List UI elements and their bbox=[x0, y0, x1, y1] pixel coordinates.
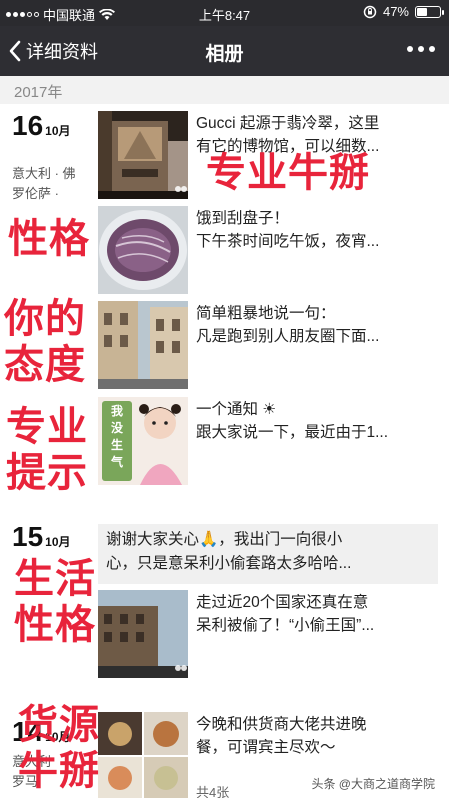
sign-char: 生 bbox=[110, 438, 123, 452]
album-post[interactable]: 我 没 生 气 一个通知 ☀ 跟大家说一下，最近由于1... bbox=[98, 397, 438, 485]
post-thumbnail[interactable]: 我 没 生 气 bbox=[98, 397, 188, 485]
post-line: 餐，可谓宾主尽欢～ bbox=[196, 739, 336, 756]
post-thumbnail[interactable] bbox=[98, 111, 188, 199]
post-text: 饿到刮盘子！ 下午茶时间吃午饭，夜宵... bbox=[196, 207, 434, 253]
post-thumbnail[interactable] bbox=[98, 206, 188, 294]
overlay-line: 性格 bbox=[14, 602, 96, 648]
overlay-line: 牛掰 bbox=[18, 748, 100, 794]
album-post[interactable]: 饿到刮盘子！ 下午茶时间吃午饭，夜宵... bbox=[98, 206, 438, 294]
post-line: 跟大家说一下，最近由于1... bbox=[196, 424, 389, 441]
overlay-label: 货源 牛掰 bbox=[18, 702, 100, 794]
location-line: 罗伦萨 · bbox=[12, 186, 59, 201]
post-thumbnail[interactable] bbox=[98, 712, 188, 798]
post-text: 走过近20个国家还真在意 呆利被偷了！“小偷王国”... bbox=[196, 591, 434, 637]
post-line: 呆利被偷了！“小偷王国”... bbox=[196, 617, 375, 634]
date-label: 16 10月 bbox=[12, 110, 71, 142]
location-line: 意大利 · 佛 bbox=[12, 166, 76, 181]
location-label: 意大利 · 佛 罗伦萨 · bbox=[12, 164, 94, 204]
overlay-line: 货源 bbox=[18, 702, 100, 748]
date-day: 16 bbox=[12, 110, 44, 141]
watermark: 头条 @大商之道商学院 bbox=[307, 773, 439, 794]
sign-char: 气 bbox=[110, 455, 123, 469]
post-line: 一个通知 ☀ bbox=[196, 401, 277, 418]
post-thumbnail[interactable] bbox=[98, 590, 188, 678]
post-line: 下午茶时间吃午饭，夜宵... bbox=[196, 233, 380, 250]
text-post[interactable]: 谢谢大家关心🙏，我出门一向很小 心，只是意呆利小偷套路太多哈哈... bbox=[98, 524, 438, 584]
date-month: 10月 bbox=[45, 535, 71, 549]
battery-fill bbox=[417, 7, 427, 16]
post-thumbnail[interactable] bbox=[98, 301, 188, 389]
post-line: 饿到刮盘子！ bbox=[196, 210, 290, 227]
post-line: 简单粗暴地说一句： bbox=[196, 305, 336, 322]
post-line: Gucci 起源于翡冷翠，这里 bbox=[196, 115, 380, 132]
post-text: 今晚和供货商大佬共进晚 餐，可谓宾主尽欢～ bbox=[196, 713, 434, 759]
battery-percent: 47% bbox=[382, 4, 409, 19]
post-line: 心，只是意呆利小偷套路太多哈哈... bbox=[106, 555, 352, 572]
status-bar: 中国联通 上午8:47 47% bbox=[0, 0, 449, 26]
date-month: 10月 bbox=[45, 124, 71, 138]
overlay-line: 专业 bbox=[6, 404, 88, 450]
overlay-line: 态度 bbox=[4, 342, 86, 388]
post-line: 今晚和供货商大佬共进晚 bbox=[196, 716, 367, 733]
post-line: 凡是跑到别人朋友圈下面... bbox=[196, 328, 380, 345]
more-button[interactable] bbox=[407, 46, 435, 52]
year-divider: 2017年 bbox=[0, 76, 449, 104]
nav-bar: 详细资料 相册 bbox=[0, 26, 449, 76]
overlay-line: 提示 bbox=[6, 450, 88, 496]
album-post[interactable]: 简单粗暴地说一句： 凡是跑到别人朋友圈下面... bbox=[98, 301, 438, 389]
battery-icon bbox=[415, 5, 444, 18]
sign-char: 我 bbox=[110, 404, 123, 418]
post-text: 一个通知 ☀ 跟大家说一下，最近由于1... bbox=[196, 398, 434, 444]
post-line: 走过近20个国家还真在意 bbox=[196, 594, 369, 611]
rotation-lock-icon bbox=[363, 5, 377, 18]
post-line: 谢谢大家关心🙏，我出门一向很小 bbox=[106, 531, 343, 548]
page-title: 相册 bbox=[205, 44, 244, 65]
overlay-label: 你的 态度 bbox=[4, 296, 86, 388]
photo-count: 共4张 bbox=[196, 785, 230, 798]
overlay-label: 专业 提示 bbox=[6, 404, 88, 496]
album-post[interactable]: 走过近20个国家还真在意 呆利被偷了！“小偷王国”... bbox=[98, 590, 438, 678]
status-right: 47% bbox=[363, 4, 444, 19]
sign-char: 没 bbox=[110, 421, 123, 435]
sign-text: 我 没 生 气 bbox=[102, 403, 132, 471]
date-day: 15 bbox=[12, 521, 44, 552]
overlay-line: 你的 bbox=[4, 296, 86, 342]
overlay-label: 专业牛掰 bbox=[206, 150, 370, 196]
overlay-label: 性格 bbox=[8, 216, 90, 262]
overlay-line: 生活 bbox=[14, 556, 96, 602]
overlay-label: 生活 性格 bbox=[14, 556, 96, 648]
date-label: 15 10月 bbox=[12, 521, 71, 553]
post-text: 简单粗暴地说一句： 凡是跑到别人朋友圈下面... bbox=[196, 302, 434, 348]
